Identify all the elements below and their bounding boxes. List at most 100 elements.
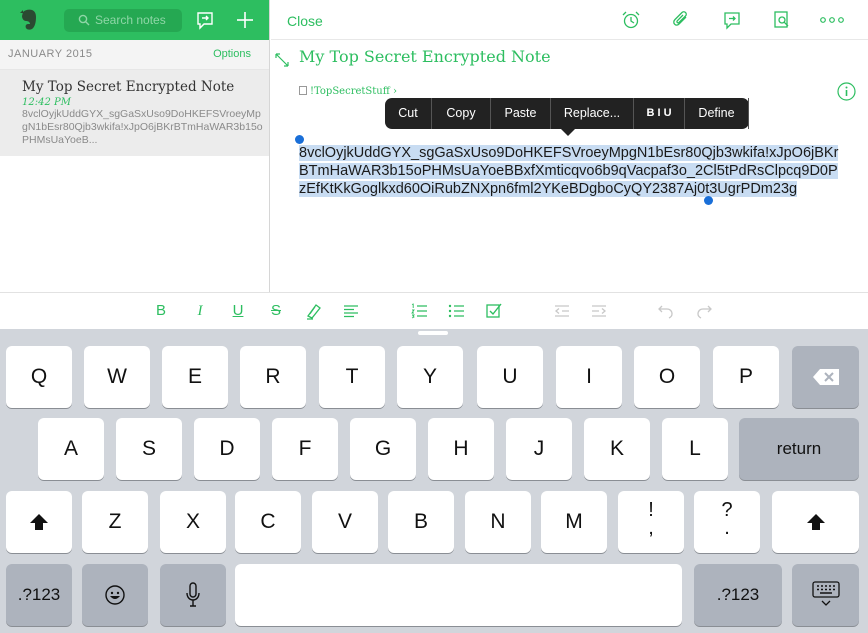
return-key[interactable]: return (739, 418, 859, 480)
sidebar-header: Search notes (0, 0, 269, 40)
undo-icon[interactable] (656, 301, 676, 321)
key-s[interactable]: S (116, 418, 182, 480)
evernote-elephant-icon[interactable] (19, 9, 39, 31)
key-z[interactable]: Z (82, 491, 148, 553)
key-c[interactable]: C (235, 491, 301, 553)
key-w[interactable]: W (84, 346, 150, 408)
note-editor: Close My Top Secret Encrypted Note !TopS… (271, 0, 868, 292)
info-icon[interactable] (837, 82, 856, 101)
right-shift-key[interactable] (772, 491, 859, 553)
search-icon (78, 14, 90, 26)
key-u[interactable]: U (477, 346, 543, 408)
notebook-icon (299, 86, 307, 95)
key-f[interactable]: F (272, 418, 338, 480)
bullet-list-icon[interactable] (446, 301, 466, 321)
section-date: JANUARY 2015 (8, 48, 93, 60)
key-n[interactable]: N (465, 491, 531, 553)
onscreen-keyboard: Q W E R T Y U I O P A S D F G H J K L re… (0, 329, 868, 633)
list-section-header: JANUARY 2015 Options (0, 40, 269, 70)
share-icon[interactable] (722, 10, 742, 30)
keyboard-hide-icon (811, 581, 840, 606)
define-menu-item[interactable]: Define (685, 98, 749, 129)
key-k[interactable]: K (584, 418, 650, 480)
numbered-list-icon[interactable] (409, 301, 429, 321)
options-button[interactable]: Options (213, 48, 251, 60)
key-e[interactable]: E (162, 346, 228, 408)
paste-menu-item[interactable]: Paste (491, 98, 551, 129)
key-x[interactable]: X (160, 491, 226, 553)
key-exclamation-comma[interactable]: ! , (618, 491, 684, 553)
key-question-period[interactable]: ? . (694, 491, 760, 553)
bold-button[interactable]: B (151, 301, 171, 321)
new-note-plus-icon[interactable] (236, 11, 254, 29)
note-body-text[interactable]: 8vclOyjkUddGYX_sgGaSxUso9DoHKEFSVroeyMpg… (299, 144, 839, 198)
key-h[interactable]: H (428, 418, 494, 480)
key-m[interactable]: M (541, 491, 607, 553)
microphone-icon (186, 582, 200, 607)
key-l[interactable]: L (662, 418, 728, 480)
more-options-icon[interactable] (819, 10, 845, 30)
close-button[interactable]: Close (287, 13, 323, 29)
highlighter-icon[interactable] (304, 301, 324, 321)
numbers-key-right[interactable]: .?123 (694, 564, 782, 626)
italic-button[interactable]: I (190, 301, 210, 321)
key-i[interactable]: I (556, 346, 622, 408)
key-v[interactable]: V (312, 491, 378, 553)
shift-arrow-icon (30, 514, 48, 530)
emoji-icon (105, 585, 125, 605)
dictation-key[interactable] (160, 564, 226, 626)
left-shift-key[interactable] (6, 491, 72, 553)
chevron-right-icon: › (393, 86, 398, 97)
key-j[interactable]: J (506, 418, 572, 480)
key-d[interactable]: D (194, 418, 260, 480)
note-title-field[interactable]: My Top Secret Encrypted Note (299, 47, 551, 66)
key-y[interactable]: Y (397, 346, 463, 408)
emoji-key[interactable] (82, 564, 148, 626)
key-o[interactable]: O (634, 346, 700, 408)
space-bar[interactable] (235, 564, 682, 626)
outdent-icon[interactable] (552, 301, 572, 321)
presentation-search-icon[interactable] (772, 10, 792, 30)
redo-icon[interactable] (694, 301, 714, 321)
key-p[interactable]: P (713, 346, 779, 408)
notebook-selector[interactable]: !TopSecretStuff › (299, 86, 397, 97)
align-left-icon[interactable] (341, 301, 361, 321)
note-item-time: 12:42 PM (22, 97, 71, 108)
key-g[interactable]: G (350, 418, 416, 480)
copy-menu-item[interactable]: Copy (432, 98, 491, 129)
biu-menu-item[interactable]: B I U (634, 98, 685, 129)
key-r[interactable]: R (240, 346, 306, 408)
strikethrough-button[interactable]: S (266, 301, 286, 321)
note-list-sidebar: Search notes JANUARY 2015 Options My Top… (0, 0, 270, 292)
hide-keyboard-key[interactable] (792, 564, 859, 626)
notebook-name: !TopSecretStuff (310, 86, 390, 97)
search-input[interactable]: Search notes (64, 9, 182, 32)
key-q[interactable]: Q (6, 346, 72, 408)
keyboard-grab-handle[interactable] (418, 331, 448, 335)
editor-header: Close (271, 0, 868, 40)
note-list-item[interactable]: My Top Secret Encrypted Note 12:42 PM 8v… (0, 70, 269, 156)
selection-start-handle[interactable] (295, 135, 304, 144)
selected-text: 8vclOyjkUddGYX_sgGaSxUso9DoHKEFSVroeyMpg… (299, 145, 839, 197)
selection-end-handle[interactable] (704, 196, 713, 205)
key-a[interactable]: A (38, 418, 104, 480)
key-bottom-glyph: , (648, 517, 654, 539)
replace-menu-item[interactable]: Replace... (551, 98, 634, 129)
backspace-key[interactable] (792, 346, 859, 408)
checkbox-icon[interactable] (484, 301, 504, 321)
key-b[interactable]: B (388, 491, 454, 553)
format-toolbar: B I U S (0, 292, 868, 329)
new-chat-icon[interactable] (195, 10, 215, 30)
cut-menu-item[interactable]: Cut (385, 98, 432, 129)
edit-context-menu: Cut Copy Paste Replace... B I U Define (385, 98, 749, 136)
indent-icon[interactable] (589, 301, 609, 321)
reminder-alarm-icon[interactable] (621, 10, 641, 30)
search-placeholder: Search notes (95, 13, 166, 27)
key-t[interactable]: T (319, 346, 385, 408)
note-item-title: My Top Secret Encrypted Note (22, 79, 235, 95)
key-bottom-glyph: . (724, 517, 730, 539)
underline-button[interactable]: U (228, 301, 248, 321)
numbers-key[interactable]: .?123 (6, 564, 72, 626)
attachment-paperclip-icon[interactable] (671, 10, 691, 30)
expand-icon[interactable] (275, 53, 289, 67)
